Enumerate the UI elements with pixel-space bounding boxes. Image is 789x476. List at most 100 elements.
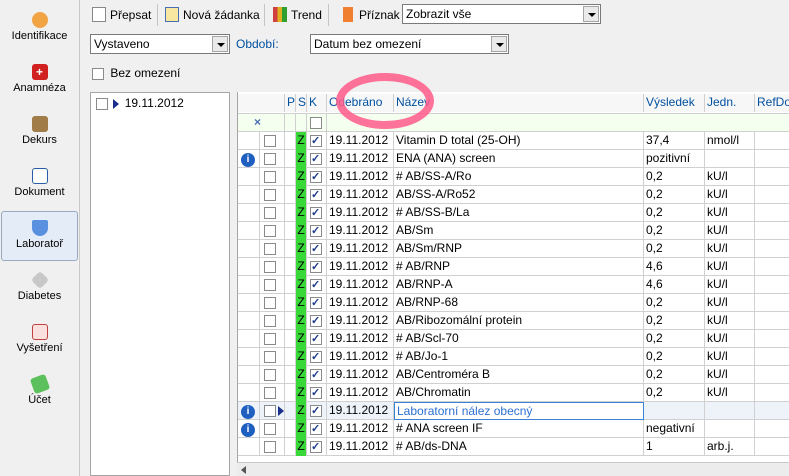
trend-button[interactable]: Trend <box>271 5 322 25</box>
row-select-cell[interactable] <box>260 330 285 348</box>
table-row[interactable]: Z 19.11.2012# AB/Jo-10,2kU/l <box>238 348 789 366</box>
filter-k-checkbox[interactable] <box>307 114 327 132</box>
row-checkbox[interactable] <box>264 296 276 309</box>
row-select-cell[interactable] <box>260 438 285 456</box>
row-select-cell[interactable] <box>260 240 285 258</box>
k-checkbox[interactable] <box>310 277 322 294</box>
k-cell[interactable] <box>307 366 327 384</box>
nav-identifikace[interactable]: Identifikace <box>1 4 78 54</box>
k-checkbox[interactable] <box>310 223 322 240</box>
column-header-refdo[interactable]: RefDo <box>755 94 789 112</box>
info-icon[interactable]: i <box>241 423 255 437</box>
column-header-k[interactable]: K <box>307 94 327 112</box>
row-checkbox[interactable] <box>264 314 276 327</box>
row-checkbox[interactable] <box>264 350 276 363</box>
chevron-down-icon[interactable] <box>491 36 507 52</box>
k-checkbox[interactable] <box>310 403 322 420</box>
k-cell[interactable] <box>307 294 327 312</box>
table-row[interactable]: i Z 19.11.2012Laboratorní nález obecný <box>238 402 789 420</box>
row-checkbox[interactable] <box>264 224 276 237</box>
row-checkbox[interactable] <box>264 278 276 291</box>
row-select-cell[interactable] <box>260 132 285 150</box>
prepsat-button[interactable]: Přepsat <box>90 5 151 25</box>
list-item[interactable]: 19.11.2012 <box>92 95 228 111</box>
status-select[interactable]: Vystaveno <box>90 34 230 54</box>
nav-dokument[interactable]: Dokument <box>1 160 78 210</box>
k-checkbox[interactable] <box>310 439 322 456</box>
k-checkbox[interactable] <box>310 169 322 186</box>
k-checkbox[interactable] <box>310 313 322 330</box>
k-checkbox[interactable] <box>310 133 322 150</box>
nav-diabetes[interactable]: Diabetes <box>1 264 78 314</box>
info-icon[interactable]: i <box>241 153 255 167</box>
table-row[interactable]: Z 19.11.2012AB/RNP-680,2kU/l <box>238 294 789 312</box>
k-checkbox[interactable] <box>310 259 322 276</box>
k-cell[interactable] <box>307 276 327 294</box>
row-checkbox[interactable] <box>264 440 276 453</box>
table-row[interactable]: Z 19.11.2012AB/Sm/RNP0,2kU/l <box>238 240 789 258</box>
table-row[interactable]: Z 19.11.2012# AB/ds-DNA1arb.j. <box>238 438 789 456</box>
obdobi-select[interactable]: Datum bez omezení <box>310 34 509 54</box>
chevron-down-icon[interactable] <box>212 36 228 52</box>
table-row[interactable]: Z 19.11.2012AB/SS-A/Ro520,2kU/l <box>238 186 789 204</box>
nav-ucet[interactable]: Účet <box>1 368 78 418</box>
table-row[interactable]: Z 19.11.2012# AB/SS-B/La0,2kU/l <box>238 204 789 222</box>
column-header-jedn[interactable]: Jedn. <box>705 94 755 112</box>
row-checkbox[interactable] <box>264 206 276 219</box>
column-header-vysledek[interactable]: Výsledek <box>644 94 705 112</box>
k-cell[interactable] <box>307 168 327 186</box>
row-select-cell[interactable] <box>260 312 285 330</box>
row-select-cell[interactable] <box>260 366 285 384</box>
k-checkbox[interactable] <box>310 205 322 222</box>
k-checkbox[interactable] <box>310 385 322 402</box>
row-select-cell[interactable] <box>260 150 285 168</box>
table-row[interactable]: Z 19.11.2012# AB/Scl-700,2kU/l <box>238 330 789 348</box>
nav-vysetreni[interactable]: Vyšetření <box>1 316 78 366</box>
table-row[interactable]: Z 19.11.2012AB/Centroméra B0,2kU/l <box>238 366 789 384</box>
nav-dekurs[interactable]: Dekurs <box>1 108 78 158</box>
row-select-cell[interactable] <box>260 384 285 402</box>
row-checkbox[interactable] <box>264 368 276 381</box>
table-row[interactable]: Z 19.11.2012AB/RNP-A4,6kU/l <box>238 276 789 294</box>
row-select-cell[interactable] <box>260 186 285 204</box>
k-cell[interactable] <box>307 312 327 330</box>
k-checkbox[interactable] <box>310 187 322 204</box>
filter-cell[interactable] <box>327 114 789 132</box>
k-checkbox[interactable] <box>310 295 322 312</box>
k-cell[interactable] <box>307 150 327 168</box>
table-row[interactable]: i Z 19.11.2012ENA (ANA) screenpozitivní <box>238 150 789 168</box>
horizontal-scrollbar[interactable] <box>237 462 789 476</box>
column-header-odebrano[interactable]: Odebráno <box>327 94 394 112</box>
column-header-nazev[interactable]: Název <box>394 94 644 112</box>
chevron-down-icon[interactable] <box>583 6 599 22</box>
row-select-cell[interactable] <box>260 348 285 366</box>
table-row[interactable]: Z 19.11.2012AB/Chromatin0,2kU/l <box>238 384 789 402</box>
k-cell[interactable] <box>307 204 327 222</box>
row-select-cell[interactable] <box>260 276 285 294</box>
nova-zadanka-button[interactable]: Nová žádanka <box>163 5 260 25</box>
info-icon[interactable]: i <box>241 405 255 419</box>
row-checkbox[interactable] <box>264 422 276 435</box>
column-header-s[interactable]: S <box>296 94 307 112</box>
k-checkbox[interactable] <box>310 367 322 384</box>
k-checkbox[interactable] <box>310 151 322 168</box>
bez-omezeni-box[interactable] <box>92 67 104 80</box>
table-row[interactable]: Z 19.11.2012# AB/SS-A/Ro0,2kU/l <box>238 168 789 186</box>
row-checkbox[interactable] <box>264 170 276 183</box>
row-select-cell[interactable] <box>260 204 285 222</box>
k-checkbox[interactable] <box>310 241 322 258</box>
table-row[interactable]: i Z 19.11.2012# ANA screen IFnegativní <box>238 420 789 438</box>
k-cell[interactable] <box>307 330 327 348</box>
k-cell[interactable] <box>307 240 327 258</box>
k-cell[interactable] <box>307 186 327 204</box>
k-checkbox[interactable] <box>310 331 322 348</box>
row-checkbox[interactable] <box>264 332 276 345</box>
table-row[interactable]: Z 19.11.2012Vitamin D total (25-OH)37,4nm… <box>238 132 789 150</box>
k-cell[interactable] <box>307 348 327 366</box>
k-checkbox[interactable] <box>310 349 322 366</box>
k-cell[interactable] <box>307 402 327 420</box>
k-cell[interactable] <box>307 222 327 240</box>
row-checkbox[interactable] <box>264 386 276 399</box>
row-checkbox[interactable] <box>264 260 276 273</box>
row-select-cell[interactable] <box>260 222 285 240</box>
